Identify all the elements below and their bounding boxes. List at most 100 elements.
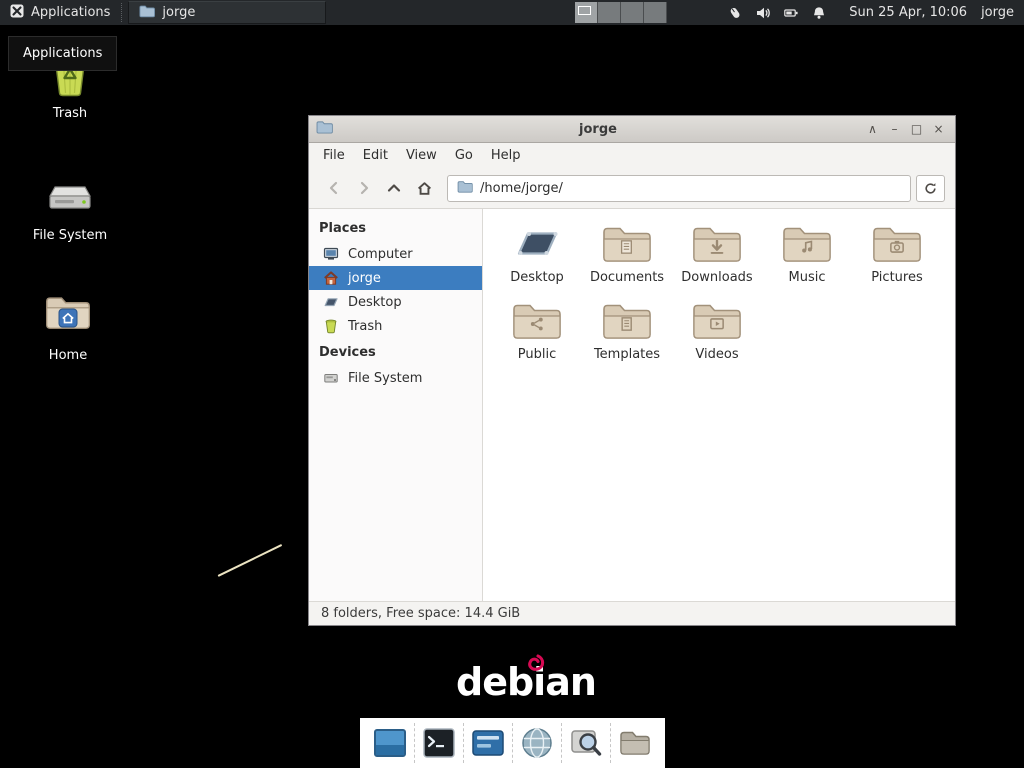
workspace-4[interactable] bbox=[644, 2, 667, 23]
menu-edit[interactable]: Edit bbox=[354, 145, 397, 166]
dock-separator bbox=[414, 723, 415, 763]
home-emblem-icon bbox=[58, 308, 78, 328]
desktop-icon-label: Home bbox=[49, 348, 87, 363]
sidebar-item-label: jorge bbox=[348, 271, 381, 286]
statusbar-text: 8 folders, Free space: 14.4 GiB bbox=[321, 606, 520, 621]
panel-username[interactable]: jorge bbox=[977, 0, 1024, 25]
sidebar-item-label: Trash bbox=[348, 319, 382, 334]
desktop-icon-label: Trash bbox=[53, 106, 87, 121]
volume-icon[interactable] bbox=[755, 5, 771, 21]
sidebar-item-file-system[interactable]: File System bbox=[309, 366, 482, 390]
menu-go[interactable]: Go bbox=[446, 145, 482, 166]
menu-file[interactable]: File bbox=[314, 145, 354, 166]
file-label: Videos bbox=[695, 347, 738, 362]
menu-view[interactable]: View bbox=[397, 145, 446, 166]
home-folder-icon bbox=[44, 292, 92, 340]
sidebar-item-label: Computer bbox=[348, 247, 413, 262]
file-manager-icon[interactable] bbox=[614, 721, 656, 765]
path-text: /home/jorge/ bbox=[480, 181, 563, 196]
minimize-button[interactable]: – bbox=[885, 117, 904, 142]
workspace-switcher[interactable] bbox=[575, 2, 667, 23]
mouse-icon[interactable] bbox=[727, 5, 743, 21]
trash-icon bbox=[323, 318, 339, 334]
applications-menu-icon bbox=[9, 3, 25, 23]
sidebar-item-desktop[interactable]: Desktop bbox=[309, 290, 482, 314]
window-title: jorge bbox=[339, 122, 857, 137]
sidebar-item-jorge[interactable]: jorge bbox=[309, 266, 482, 290]
file-item-templates[interactable]: Templates bbox=[582, 299, 672, 362]
file-label: Downloads bbox=[681, 270, 752, 285]
up-button[interactable] bbox=[379, 174, 409, 202]
back-button[interactable] bbox=[319, 174, 349, 202]
system-tray bbox=[715, 0, 839, 25]
desktop-icon-filesystem[interactable]: File System bbox=[24, 172, 116, 243]
application-finder-icon[interactable] bbox=[565, 721, 607, 765]
show-desktop-icon[interactable] bbox=[369, 721, 411, 765]
sidebar-item-label: Desktop bbox=[348, 295, 402, 310]
file-label: Pictures bbox=[871, 270, 922, 285]
statusbar: 8 folders, Free space: 14.4 GiB bbox=[309, 601, 955, 625]
notifications-icon[interactable] bbox=[811, 5, 827, 21]
folder-music-icon bbox=[781, 222, 833, 265]
folder-public-icon bbox=[511, 299, 563, 342]
terminal-icon[interactable] bbox=[418, 721, 460, 765]
file-item-desktop[interactable]: Desktop bbox=[492, 222, 582, 285]
file-grid: Desktop Documents Downloads bbox=[483, 209, 955, 601]
folder-documents-icon bbox=[601, 222, 653, 265]
refresh-button[interactable] bbox=[916, 175, 945, 202]
window-controls: ∧ – □ × bbox=[863, 117, 948, 142]
path-folder-icon bbox=[457, 180, 473, 197]
folder-icon bbox=[139, 4, 155, 22]
desktop-icon-home[interactable]: Home bbox=[22, 292, 114, 363]
web-browser-icon[interactable] bbox=[516, 721, 558, 765]
clock[interactable]: Sun 25 Apr, 10:06 bbox=[839, 0, 977, 25]
folder-pictures-icon bbox=[871, 222, 923, 265]
file-item-pictures[interactable]: Pictures bbox=[852, 222, 942, 285]
workspace-3[interactable] bbox=[621, 2, 644, 23]
sidebar-item-trash[interactable]: Trash bbox=[309, 314, 482, 338]
file-manager-window: jorge ∧ – □ × File Edit View Go Help bbox=[308, 115, 956, 626]
filesystem-drive-icon bbox=[46, 172, 94, 220]
workspace-2[interactable] bbox=[598, 2, 621, 23]
file-item-public[interactable]: Public bbox=[492, 299, 582, 362]
menu-help[interactable]: Help bbox=[482, 145, 530, 166]
file-label: Music bbox=[789, 270, 826, 285]
file-label: Public bbox=[518, 347, 556, 362]
window-titlebar[interactable]: jorge ∧ – □ × bbox=[309, 116, 955, 143]
close-button[interactable]: × bbox=[929, 117, 948, 142]
debian-swirl-icon bbox=[522, 652, 548, 680]
maximize-button[interactable]: □ bbox=[907, 117, 926, 142]
applications-menu-button[interactable]: Applications bbox=[0, 0, 119, 25]
dock-panel bbox=[360, 718, 665, 768]
home-icon bbox=[323, 270, 339, 286]
file-label: Desktop bbox=[510, 270, 564, 285]
dock-separator bbox=[561, 723, 562, 763]
menubar: File Edit View Go Help bbox=[309, 143, 955, 168]
sidebar-devices-header: Devices bbox=[309, 338, 482, 366]
battery-icon[interactable] bbox=[783, 5, 799, 21]
file-item-videos[interactable]: Videos bbox=[672, 299, 762, 362]
panel-icon[interactable] bbox=[467, 721, 509, 765]
applications-menu-label: Applications bbox=[31, 5, 110, 20]
file-item-music[interactable]: Music bbox=[762, 222, 852, 285]
folder-videos-icon bbox=[691, 299, 743, 342]
folder-templates-icon bbox=[601, 299, 653, 342]
sidebar-item-computer[interactable]: Computer bbox=[309, 242, 482, 266]
toolbar: /home/jorge/ bbox=[309, 168, 955, 209]
top-panel: Applications jorge bbox=[0, 0, 1024, 25]
file-item-downloads[interactable]: Downloads bbox=[672, 222, 762, 285]
desktop-icon bbox=[323, 294, 339, 310]
home-button[interactable] bbox=[409, 174, 439, 202]
window-content: Places Computer jorge Desktop Trash bbox=[309, 209, 955, 601]
shade-button[interactable]: ∧ bbox=[863, 117, 882, 142]
dock-separator bbox=[512, 723, 513, 763]
taskbar-window-label: jorge bbox=[162, 5, 195, 20]
drive-icon bbox=[323, 370, 339, 386]
sidebar-item-label: File System bbox=[348, 371, 422, 386]
workspace-1[interactable] bbox=[575, 2, 598, 23]
file-item-documents[interactable]: Documents bbox=[582, 222, 672, 285]
forward-button[interactable] bbox=[349, 174, 379, 202]
taskbar-window-button[interactable]: jorge bbox=[128, 1, 326, 24]
path-bar[interactable]: /home/jorge/ bbox=[447, 175, 911, 202]
panel-spacer bbox=[326, 0, 575, 25]
